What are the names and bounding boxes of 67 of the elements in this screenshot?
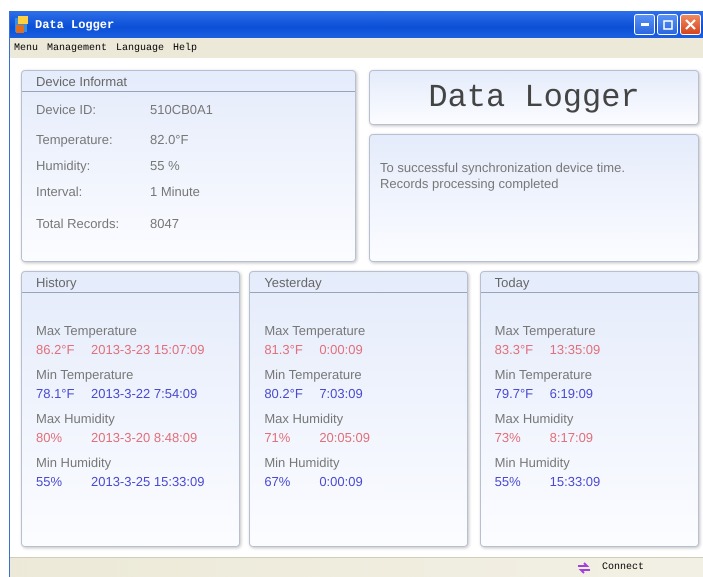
stat-label: Max Humidity (494, 410, 574, 428)
stat-time: 2013-3-23 15:07:09 (91, 341, 204, 359)
stat-time: 2013-3-20 8:48:09 (91, 429, 198, 447)
stat-time: 6:19:09 (550, 385, 594, 403)
stat-value: 83.3°F (494, 341, 534, 359)
stat-label: Min Humidity (36, 454, 112, 472)
stat-label: Max Temperature (264, 322, 366, 340)
stat-time: 13:35:09 (550, 341, 600, 359)
stat-value: 86.2°F (36, 341, 76, 359)
field-label: Device ID: (36, 102, 97, 116)
stat-label: Max Temperature (494, 322, 597, 340)
stat-value: 71% (264, 429, 292, 447)
stat-time: 7:03:09 (319, 385, 363, 403)
stat-time: 0:00:09 (319, 341, 363, 359)
stat-value: 67% (264, 473, 292, 491)
stat-time: 20:05:09 (319, 429, 370, 447)
connect-icon (576, 560, 592, 574)
panel-title: Today (480, 272, 698, 293)
stat-value: 80.2°F (264, 385, 304, 403)
stat-value: 79.7°F (494, 385, 534, 403)
minimize-button[interactable] (634, 14, 655, 35)
field-label: Temperature: (36, 132, 114, 146)
stat-label: Min Humidity (264, 454, 340, 472)
stat-label: Min Temperature (264, 366, 363, 384)
stat-time: 2013-3-25 15:33:09 (91, 473, 204, 491)
field-value: 55 % (150, 158, 180, 172)
close-icon (685, 19, 696, 30)
stat-value: 78.1°F (36, 385, 76, 403)
stat-label: Max Humidity (264, 410, 344, 428)
panel-title: History (22, 272, 240, 293)
field-label: Total Records: (36, 216, 120, 230)
menu-item[interactable]: Menu (14, 42, 38, 54)
stat-time: 8:17:09 (550, 429, 594, 447)
field-value: 82.0°F (150, 132, 188, 146)
stat-label: Min Temperature (36, 366, 134, 384)
stat-value: 81.3°F (264, 341, 304, 359)
stat-value: 55% (494, 473, 522, 491)
field-value: 1 Minute (150, 184, 200, 198)
window-title: Data Logger (35, 18, 114, 32)
menu-item[interactable]: Help (173, 42, 198, 54)
status-text: Connect (602, 562, 644, 573)
stat-value: 73% (494, 429, 522, 447)
field-value: 510CB0A1 (150, 102, 213, 116)
logo-text: Data Logger (428, 79, 640, 116)
stat-value: 80% (36, 429, 64, 447)
maximize-button[interactable] (657, 14, 678, 35)
stat-label: Max Temperature (36, 322, 138, 340)
field-label: Interval: (36, 184, 84, 198)
panel-title: Yesterday (250, 272, 467, 293)
minimize-icon (640, 23, 648, 26)
message-text: Records processing completed (380, 176, 560, 192)
field-value: 8047 (150, 216, 179, 230)
field-label: Humidity: (36, 158, 92, 172)
menu-item[interactable]: Language (116, 42, 164, 54)
message-text: To successful synchronization device time. (380, 160, 626, 176)
close-button[interactable] (680, 14, 701, 35)
stat-time: 2013-3-22 7:54:09 (91, 385, 198, 403)
menu-item[interactable]: Management (47, 42, 108, 54)
stat-value: 55% (36, 473, 64, 491)
app-icon (14, 16, 30, 34)
stat-time: 15:33:09 (550, 473, 600, 491)
stat-time: 0:00:09 (319, 473, 363, 491)
stat-label: Max Humidity (36, 410, 116, 428)
stat-label: Min Humidity (494, 454, 571, 472)
panel-title: Device Informat (22, 71, 355, 92)
maximize-icon (662, 20, 672, 30)
stat-label: Min Temperature (494, 366, 593, 384)
